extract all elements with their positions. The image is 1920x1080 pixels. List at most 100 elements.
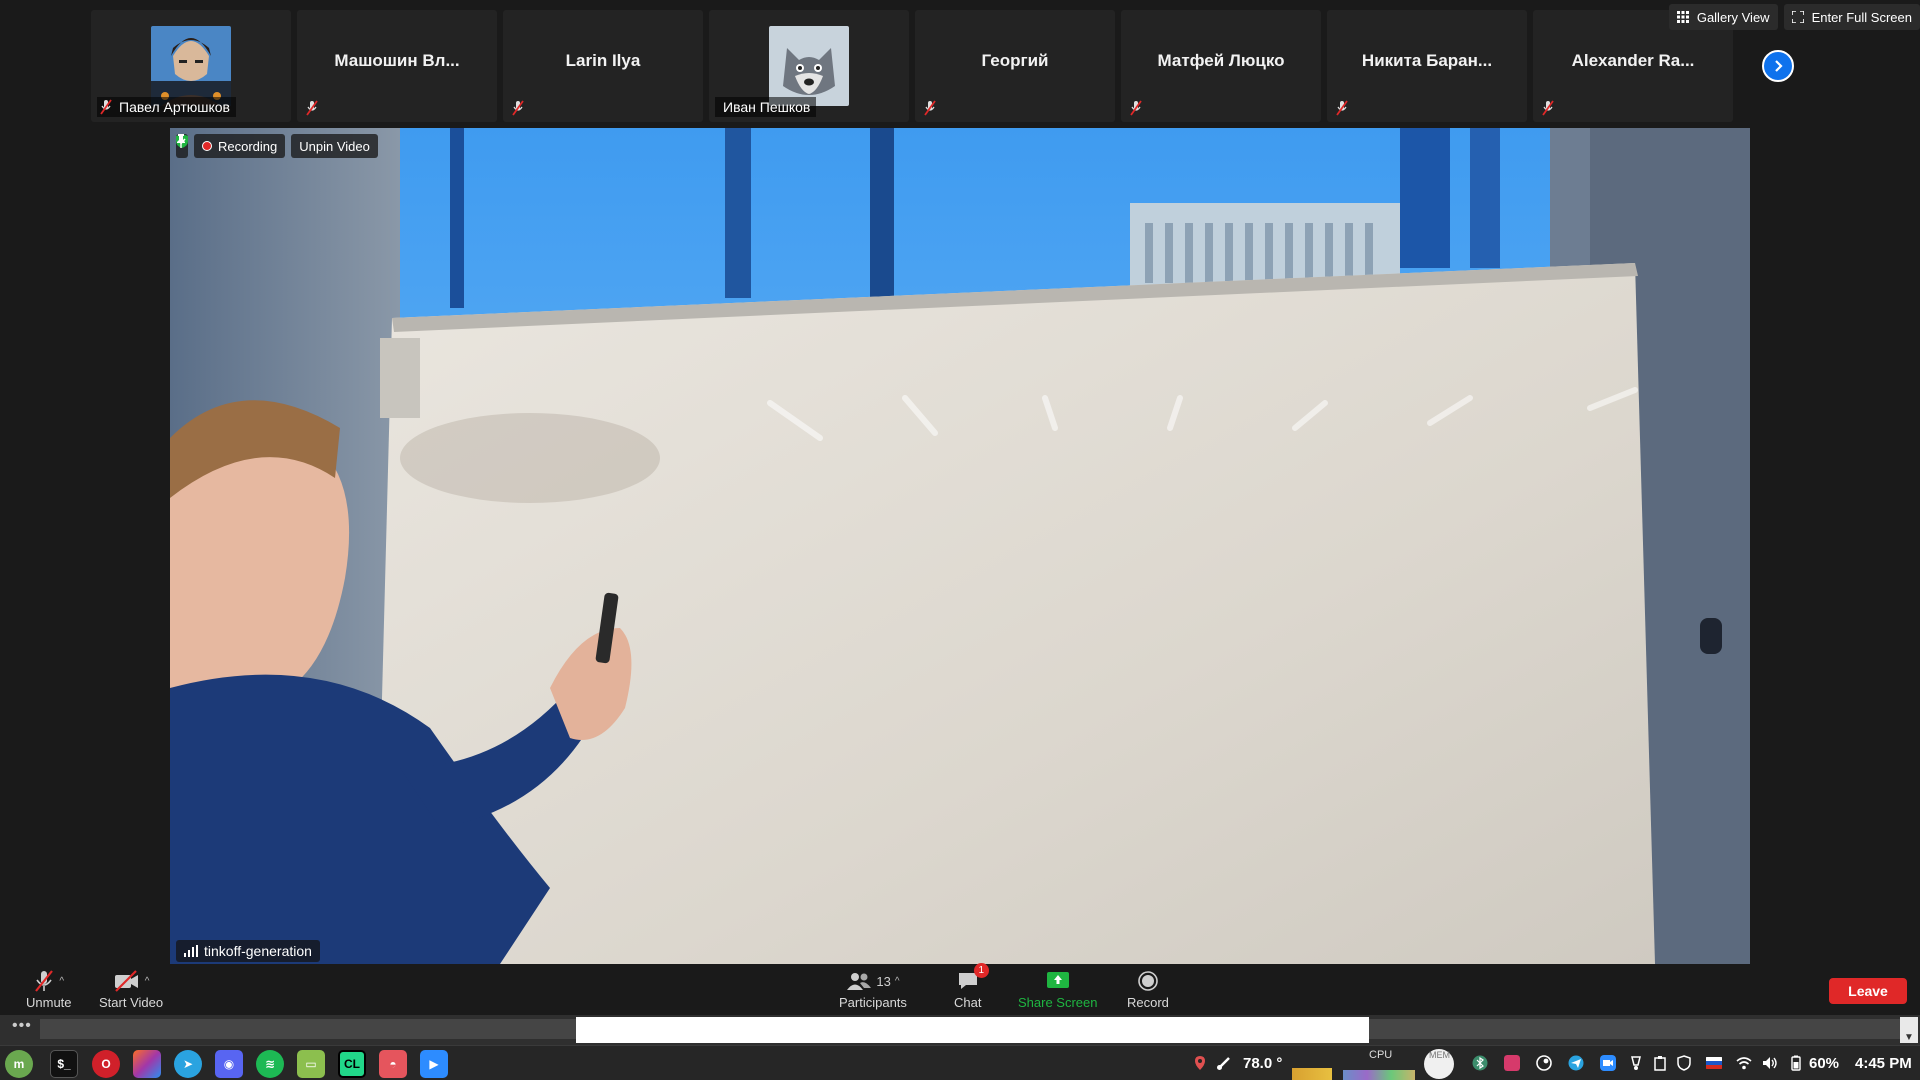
cpu-monitor[interactable]: CPU	[1343, 1048, 1415, 1080]
mic-muted-icon	[100, 99, 112, 115]
video-overlay-bar: Recording Unpin Video	[176, 134, 378, 158]
signal-strength-icon	[184, 945, 198, 957]
thermometer-icon[interactable]	[1216, 1055, 1232, 1071]
game-app-icon[interactable]: ◓	[379, 1050, 407, 1078]
battery-percentage: 60%	[1809, 1055, 1840, 1072]
file-manager-icon[interactable]: ▭	[297, 1050, 325, 1078]
location-pin-icon[interactable]	[1192, 1055, 1208, 1071]
participant-name-label: Павел Артюшков	[97, 97, 236, 117]
gallery-view-label: Gallery View	[1696, 9, 1770, 25]
system-clock[interactable]: 4:45 PM	[1855, 1046, 1912, 1080]
zoom-app-icon[interactable]: ▶	[420, 1050, 448, 1078]
participant-video-avatar	[151, 26, 231, 106]
mint-menu-icon[interactable]: m	[5, 1050, 33, 1078]
volume-icon[interactable]	[1762, 1055, 1778, 1071]
mic-muted-icon	[1542, 100, 1554, 116]
telegram-tray-icon[interactable]	[1568, 1055, 1584, 1071]
zoom-tray-icon[interactable]	[1600, 1055, 1616, 1071]
mic-muted-icon	[924, 100, 936, 116]
temperature-readout: 78.0 °	[1243, 1055, 1283, 1072]
participants-button[interactable]: 13 ^ Participants	[839, 969, 907, 1010]
unmute-button[interactable]: ^ Unmute	[26, 969, 72, 1010]
enter-full-screen-label: Enter Full Screen	[1811, 9, 1912, 25]
mic-muted-icon	[35, 970, 54, 992]
record-label: Record	[1127, 995, 1169, 1010]
participants-options-caret-icon[interactable]: ^	[895, 976, 900, 987]
record-icon	[1138, 971, 1158, 991]
cpu-label: CPU	[1369, 1049, 1393, 1061]
mic-muted-icon	[1130, 100, 1142, 116]
clion-icon[interactable]: CL	[338, 1050, 366, 1078]
memory-monitor[interactable]: MEM	[1424, 1049, 1454, 1079]
more-options-icon[interactable]: •••	[12, 1017, 32, 1035]
participant-tile[interactable]: Машошин Вл...	[297, 10, 497, 122]
pin-icon	[177, 134, 185, 148]
shield-tray-icon[interactable]	[1676, 1055, 1692, 1071]
chat-button[interactable]: 1 Chat	[954, 963, 989, 1010]
text-input-field[interactable]	[576, 1017, 1369, 1043]
scroll-down-arrow-icon[interactable]: ▼	[1900, 1017, 1918, 1043]
participant-tile[interactable]: Никита Баран...	[1327, 10, 1527, 122]
pen-tray-icon[interactable]	[1628, 1055, 1644, 1071]
wifi-icon[interactable]	[1736, 1055, 1752, 1071]
recording-indicator[interactable]: Recording	[194, 134, 286, 158]
chevron-right-icon	[1775, 60, 1783, 72]
start-video-button[interactable]: ^ Start Video	[99, 969, 163, 1010]
participant-name: Larin Ilya	[565, 51, 641, 70]
recording-dot-icon	[202, 141, 212, 151]
video-frame-image	[170, 128, 1750, 964]
unmute-label: Unmute	[26, 995, 72, 1010]
video-options-caret-icon[interactable]: ^	[145, 976, 150, 987]
bluetooth-icon[interactable]	[1472, 1055, 1488, 1071]
participant-name: Павел Артюшков	[119, 99, 230, 115]
window-bottom-strip: ••• ▼	[0, 1015, 1920, 1045]
gallery-view-button[interactable]: Gallery View	[1668, 4, 1778, 30]
clipboard-icon[interactable]	[1652, 1055, 1668, 1071]
unmute-options-caret-icon[interactable]: ^	[59, 976, 64, 987]
mic-muted-icon	[512, 100, 524, 116]
participant-name-label: Иван Пешков	[715, 97, 817, 117]
enter-full-screen-button[interactable]: Enter Full Screen	[1783, 4, 1920, 30]
participant-tile[interactable]: Павел Артюшков	[91, 10, 291, 122]
battery-icon[interactable]	[1788, 1055, 1804, 1071]
jetbrains-tray-icon[interactable]	[1504, 1055, 1520, 1071]
discord-icon[interactable]: ◉	[215, 1050, 243, 1078]
leave-meeting-button[interactable]: Leave	[1829, 978, 1907, 1004]
next-page-button[interactable]	[1762, 50, 1794, 82]
video-off-icon	[114, 970, 138, 992]
share-screen-label: Share Screen	[1018, 995, 1098, 1010]
recording-label: Recording	[218, 138, 278, 154]
view-actions: Gallery View Enter Full Screen	[1668, 4, 1920, 30]
start-video-label: Start Video	[99, 995, 164, 1010]
participant-strip: Павел Артюшков Машошин Вл... Larin Ilya …	[91, 10, 1733, 122]
meeting-toolbar: ^ Unmute ^ Start Video 13 ^ Participants…	[0, 963, 1920, 1015]
participant-tile[interactable]: Larin Ilya	[503, 10, 703, 122]
spotify-icon[interactable]: ≋	[256, 1050, 284, 1078]
main-video-view[interactable]: Recording Unpin Video tinkoff-generation	[170, 128, 1750, 964]
participant-tile[interactable]: Матфей Люцко	[1121, 10, 1321, 122]
participant-tile[interactable]: Георгий	[915, 10, 1115, 122]
desktop-taskbar: m $_ O ➤ ◉ ≋ ▭ CL ◓ ▶ 78.0 ° CPU MEM 60%…	[0, 1045, 1920, 1080]
speaker-name: tinkoff-generation	[204, 943, 312, 959]
participants-label: Participants	[839, 995, 907, 1010]
keyboard-layout-flag-icon[interactable]	[1706, 1055, 1722, 1071]
unpin-video-button[interactable]: Unpin Video	[177, 134, 378, 158]
participant-tile[interactable]: Иван Пешков	[709, 10, 909, 122]
opera-browser-icon[interactable]: O	[92, 1050, 120, 1078]
grid-icon	[1676, 11, 1689, 23]
participant-name: Машошин Вл...	[334, 51, 460, 70]
steam-icon[interactable]	[1536, 1055, 1552, 1071]
participants-icon	[847, 973, 872, 990]
mic-muted-icon	[306, 100, 318, 116]
share-screen-button[interactable]: Share Screen	[1018, 969, 1098, 1010]
record-button[interactable]: Record	[1127, 969, 1169, 1010]
participant-name: Иван Пешков	[723, 99, 811, 115]
jetbrains-toolbox-icon[interactable]	[133, 1050, 161, 1078]
chat-unread-badge: 1	[973, 963, 989, 978]
chat-label: Chat	[954, 995, 982, 1010]
terminal-icon[interactable]: $_	[50, 1050, 78, 1078]
unpin-video-label: Unpin Video	[299, 138, 370, 154]
telegram-icon[interactable]: ➤	[174, 1050, 202, 1078]
memory-label: MEM	[1429, 1050, 1450, 1060]
active-speaker-label: tinkoff-generation	[176, 940, 320, 962]
